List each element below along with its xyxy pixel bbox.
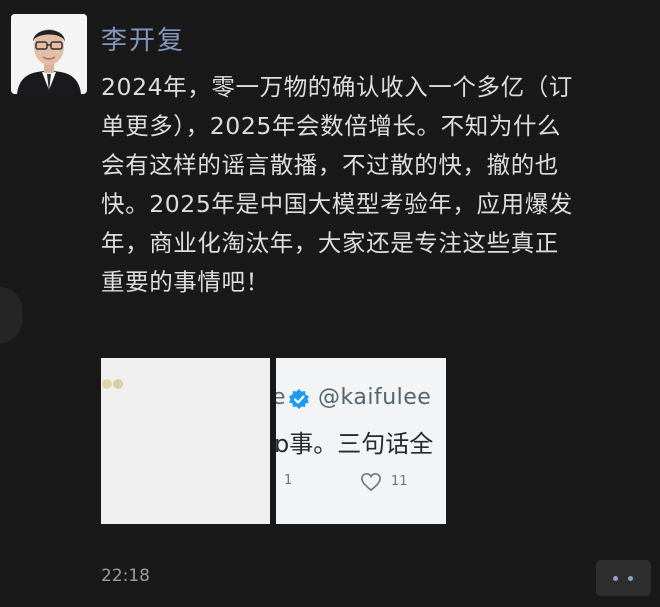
post-time: 22:18 — [101, 566, 150, 586]
post-line: 会有这样的谣言散播，不过散的快，撤的也 — [101, 151, 559, 179]
post-text: 2024年，零一万物的确认收入一个多亿（订 单更多），2025年会数倍增长。不知… — [101, 68, 646, 302]
verified-badge-icon — [289, 389, 309, 409]
tweet-stats: 1 11 — [276, 472, 446, 494]
post-line: 快。2025年是中国大模型考验年，应用爆发 — [101, 190, 573, 218]
more-dots-icon — [613, 576, 618, 581]
post-line: 2024年，零一万物的确认收入一个多亿（订 — [101, 73, 573, 101]
more-button[interactable] — [596, 560, 651, 596]
handle-fragment: e — [276, 385, 286, 410]
heart-icon — [361, 472, 381, 492]
side-panel-handle[interactable] — [0, 287, 22, 343]
more-dots-icon — [628, 576, 633, 581]
reply-count: 1 — [284, 473, 293, 488]
post-line: 年，商业化淘汰年，大家还是专注这些真正 — [101, 229, 559, 257]
post-line: 重要的事情吧！ — [101, 268, 270, 296]
author-name[interactable]: 李开复 — [101, 20, 185, 57]
tweet-header: e @kaifulee — [276, 384, 446, 414]
tweet-handle: @kaifulee — [318, 385, 432, 410]
emoji-fragment — [102, 379, 123, 389]
like-count: 11 — [391, 474, 408, 489]
image-thumbnail-1[interactable] — [101, 358, 270, 524]
image-thumbnail-2[interactable]: e @kaifulee ɒ事。三句话全 1 11 — [276, 358, 446, 524]
avatar[interactable] — [11, 14, 87, 94]
post-line: 单更多），2025年会数倍增长。不知为什么 — [101, 112, 562, 140]
tweet-text-fragment: ɒ事。三句话全 — [276, 430, 434, 458]
